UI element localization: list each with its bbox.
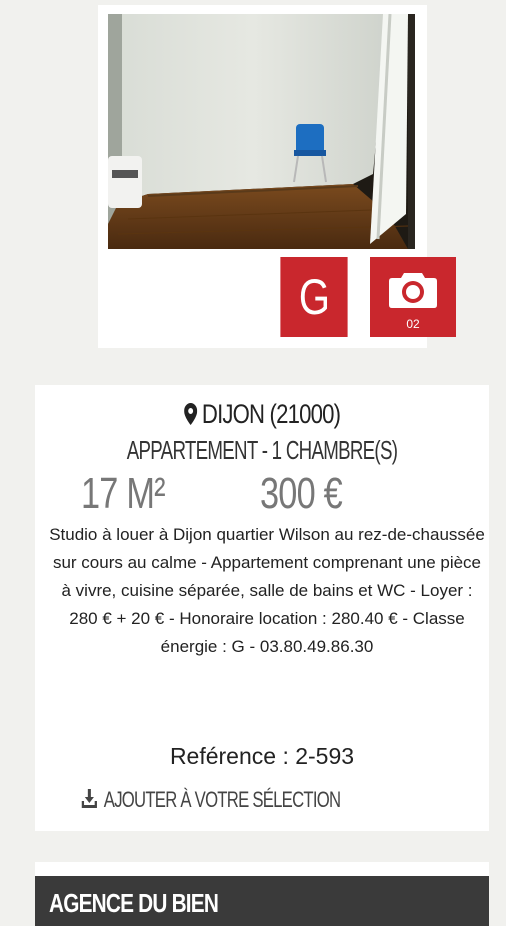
add-to-selection-link[interactable]: AJOUTER À VOTRE SÉLECTION bbox=[81, 787, 341, 813]
add-to-selection-label: AJOUTER À VOTRE SÉLECTION bbox=[103, 787, 341, 812]
photo-gallery-button[interactable]: 02 bbox=[370, 257, 456, 337]
map-pin-icon bbox=[183, 403, 197, 425]
reference-number: Reférence : 2-593 bbox=[169, 743, 355, 769]
agency-header: AGENCE DU BIEN bbox=[35, 876, 489, 926]
photo-card: G 02 bbox=[98, 5, 456, 348]
listing-info-card: DIJON (21000) APPARTEMENT - 1 CHAMBRE(S)… bbox=[35, 385, 489, 831]
photo-count: 02 bbox=[406, 317, 420, 331]
download-icon bbox=[81, 789, 97, 808]
agency-title: AGENCE DU BIEN bbox=[49, 888, 219, 918]
location-text: DIJON (21000) bbox=[201, 399, 341, 429]
camera-icon bbox=[389, 273, 437, 308]
agency-card: AGENCE DU BIEN bbox=[35, 862, 489, 926]
listing-photo[interactable] bbox=[108, 14, 415, 249]
property-type: APPARTEMENT - 1 CHAMBRE(S) bbox=[126, 435, 398, 465]
listing-description: Studio à louer à Dijon quartier Wilson a… bbox=[49, 525, 485, 656]
energy-class-badge: G bbox=[280, 257, 348, 337]
surface-area: 17 M² bbox=[81, 469, 166, 518]
location-heading: DIJON (21000) bbox=[76, 399, 448, 430]
price: 300 € bbox=[260, 469, 343, 518]
